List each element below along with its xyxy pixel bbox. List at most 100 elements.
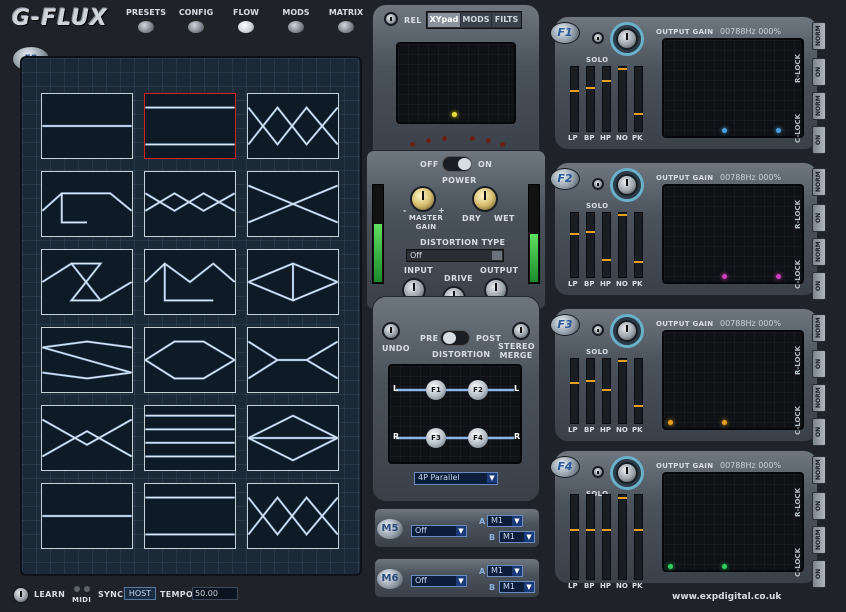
- master-gain-knob[interactable]: [410, 186, 436, 212]
- fader-bp[interactable]: [586, 212, 595, 278]
- r-lock-norm-button[interactable]: NORM: [812, 456, 826, 484]
- filter-solo-button[interactable]: [592, 178, 604, 190]
- filter-badge[interactable]: F2: [550, 168, 580, 190]
- filter-node-1[interactable]: [722, 128, 727, 133]
- fader-handle[interactable]: [570, 233, 579, 235]
- flow-preset-12[interactable]: [247, 327, 339, 393]
- flow-preset-13[interactable]: [41, 405, 133, 471]
- fader-lp[interactable]: [570, 494, 579, 580]
- m5-b-select[interactable]: M1 ▼: [499, 531, 535, 543]
- flow-preset-10[interactable]: [41, 327, 133, 393]
- filter-response-display[interactable]: [662, 38, 804, 138]
- flow-preset-14[interactable]: [144, 405, 236, 471]
- c-lock-on-button[interactable]: ON: [812, 418, 826, 446]
- fader-bp[interactable]: [586, 358, 595, 424]
- nav-button-matrix[interactable]: [337, 20, 355, 34]
- filter-solo-button[interactable]: [592, 324, 604, 336]
- c-lock-norm-button[interactable]: NORM: [812, 238, 826, 266]
- fader-lp[interactable]: [570, 212, 579, 278]
- fader-handle[interactable]: [618, 360, 627, 362]
- c-lock-norm-button[interactable]: NORM: [812, 384, 826, 412]
- fader-hp[interactable]: [602, 494, 611, 580]
- r-lock-norm-button[interactable]: NORM: [812, 314, 826, 342]
- flow-preset-3[interactable]: [247, 93, 339, 159]
- m6-source-select[interactable]: Off ▼: [411, 575, 467, 587]
- fader-handle[interactable]: [602, 529, 611, 531]
- r-lock-on-button[interactable]: ON: [812, 204, 826, 232]
- filter-node-1[interactable]: [668, 564, 673, 569]
- fader-handle[interactable]: [602, 389, 611, 391]
- tab-mods[interactable]: MODS: [461, 13, 491, 27]
- c-lock-on-button[interactable]: ON: [812, 560, 826, 588]
- flow-preset-9[interactable]: [247, 249, 339, 315]
- fader-bp[interactable]: [586, 494, 595, 580]
- flow-preset-2[interactable]: [144, 93, 236, 159]
- fader-handle[interactable]: [570, 382, 579, 384]
- filter-badge[interactable]: F1: [550, 22, 580, 44]
- fader-handle[interactable]: [634, 529, 643, 531]
- c-lock-on-button[interactable]: ON: [812, 272, 826, 300]
- fader-handle[interactable]: [602, 80, 611, 82]
- fader-bp[interactable]: [586, 66, 595, 132]
- routing-preset-arrow[interactable]: ▼: [487, 473, 497, 483]
- fader-no[interactable]: [618, 212, 627, 278]
- fader-pk[interactable]: [634, 66, 643, 132]
- r-lock-on-button[interactable]: ON: [812, 350, 826, 378]
- filter-gain-knob[interactable]: [616, 174, 638, 196]
- filter-gain-knob[interactable]: [616, 320, 638, 342]
- tempo-input[interactable]: 50.00: [192, 587, 238, 600]
- m6-badge[interactable]: M6: [377, 569, 403, 589]
- filter-gain-knob[interactable]: [616, 28, 638, 50]
- fader-handle[interactable]: [586, 529, 595, 531]
- nav-button-flow[interactable]: [237, 20, 255, 34]
- routing-preset-select[interactable]: 4P Parallel ▼: [414, 472, 498, 485]
- filter-node-1[interactable]: [668, 420, 673, 425]
- m5-badge[interactable]: M5: [377, 519, 403, 539]
- fader-no[interactable]: [618, 66, 627, 132]
- flow-preset-11[interactable]: [144, 327, 236, 393]
- filter-badge[interactable]: F3: [550, 314, 580, 336]
- fader-pk[interactable]: [634, 494, 643, 580]
- website-link[interactable]: www.expdigital.co.uk: [672, 592, 781, 602]
- flow-preset-5[interactable]: [144, 171, 236, 237]
- fader-handle[interactable]: [570, 90, 579, 92]
- flow-preset-16[interactable]: [41, 483, 133, 549]
- dry-wet-knob[interactable]: [472, 186, 498, 212]
- fader-handle[interactable]: [586, 380, 595, 382]
- distortion-type-arrow[interactable]: [492, 251, 502, 260]
- fader-handle[interactable]: [586, 231, 595, 233]
- filter-response-display[interactable]: [662, 472, 804, 572]
- filter-gain-knob[interactable]: [616, 462, 638, 484]
- filter-solo-button[interactable]: [592, 32, 604, 44]
- m6-b-select[interactable]: M1 ▼: [499, 581, 535, 593]
- fader-hp[interactable]: [602, 212, 611, 278]
- flow-preset-15[interactable]: [247, 405, 339, 471]
- c-lock-on-button[interactable]: ON: [812, 126, 826, 154]
- power-switch[interactable]: [442, 156, 472, 172]
- learn-button[interactable]: [12, 586, 30, 604]
- fader-handle[interactable]: [602, 259, 611, 261]
- nav-button-presets[interactable]: [137, 20, 155, 34]
- host-button[interactable]: HOST: [124, 587, 156, 600]
- filter-response-display[interactable]: [662, 330, 804, 430]
- filter-node-1[interactable]: [722, 274, 727, 279]
- fader-no[interactable]: [618, 358, 627, 424]
- m6-a-select[interactable]: M1 ▼: [487, 565, 523, 577]
- r-lock-norm-button[interactable]: NORM: [812, 168, 826, 196]
- undo-button[interactable]: [382, 322, 400, 340]
- m5-a-select[interactable]: M1 ▼: [487, 515, 523, 527]
- flow-preset-7[interactable]: [41, 249, 133, 315]
- filter-node-2[interactable]: [722, 420, 727, 425]
- filter-response-display[interactable]: [662, 184, 804, 284]
- nav-button-mods[interactable]: [287, 20, 305, 34]
- fader-handle[interactable]: [586, 87, 595, 89]
- routing-node-f1[interactable]: F1: [426, 380, 446, 400]
- routing-node-f2[interactable]: F2: [468, 380, 488, 400]
- fader-handle[interactable]: [634, 113, 643, 115]
- tab-filts[interactable]: FILTS: [492, 13, 521, 27]
- stereo-merge-button[interactable]: [512, 322, 530, 340]
- r-lock-norm-button[interactable]: NORM: [812, 22, 826, 50]
- tab-xypad[interactable]: XYpad: [428, 13, 460, 27]
- r-lock-on-button[interactable]: ON: [812, 492, 826, 520]
- filter-node-2[interactable]: [776, 128, 781, 133]
